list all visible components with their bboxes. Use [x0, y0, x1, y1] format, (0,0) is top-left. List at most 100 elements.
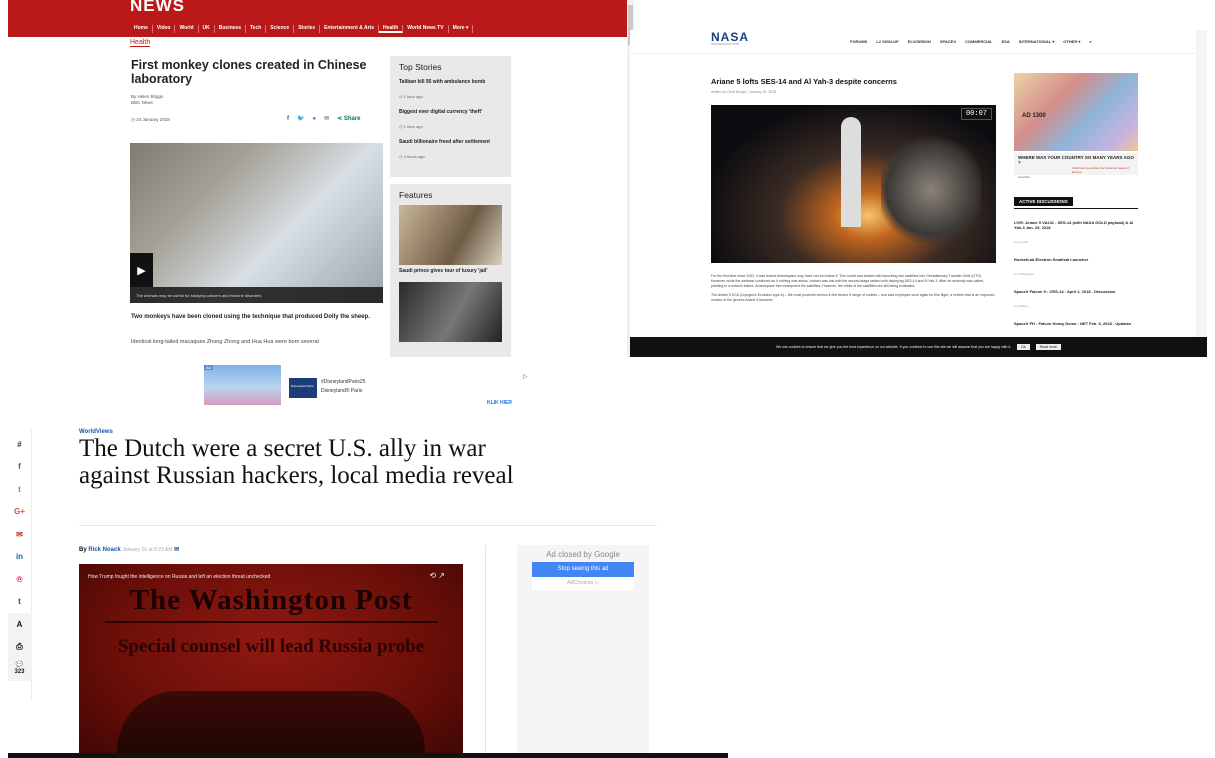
adchoices-button[interactable]: AdChoices ▷ — [532, 577, 634, 590]
google-plus-icon[interactable]: G+ — [8, 501, 32, 524]
map-ad-source: Libertiller — [1018, 175, 1031, 179]
site-menu: FORUMS L2 SIGN-UP ELV/SRBON SPACEX COMME… — [850, 39, 1092, 44]
discussion-title[interactable]: LIVE: Ariane 5 VA241 - SES-14 (with NASA… — [1014, 220, 1138, 230]
discussion-title[interactable]: SpaceX Falcon 9 : CRS-14 : April 2, 2018… — [1014, 289, 1138, 294]
ad-line-2[interactable]: Disneyland® Paris — [321, 388, 362, 394]
top-story-title[interactable]: Taliban kill 95 with ambulance bomb — [399, 79, 502, 85]
column-divider — [485, 545, 486, 758]
smoke-plume — [881, 135, 981, 245]
washington-post-window: Ad Disneyland Paris #DisneylandParis25 D… — [0, 357, 728, 758]
video-player[interactable]: How Trump fought the intelligence on Rus… — [79, 564, 463, 758]
nav-item-more[interactable]: More ▾ — [449, 25, 474, 33]
email-icon[interactable]: ✉ — [174, 547, 179, 553]
article-title: The Dutch were a secret U.S. ally in war… — [79, 435, 514, 489]
cookie-read-more-button[interactable]: Read more — [1035, 344, 1061, 350]
nav-item-uk[interactable]: UK — [199, 25, 215, 33]
nav-item-world[interactable]: World — [175, 25, 199, 33]
nav-item-home[interactable]: Home — [130, 25, 153, 33]
feature-image[interactable] — [399, 205, 502, 265]
linkedin-icon[interactable]: in — [8, 546, 32, 569]
feature-image[interactable] — [399, 282, 502, 342]
nav-item-stories[interactable]: Stories — [294, 25, 321, 33]
nav-item-business[interactable]: Business — [215, 25, 246, 33]
comments-button[interactable]: 💬 323 — [7, 658, 32, 681]
list-item[interactable]: SpaceX FH : Falcon Heavy Demo : NET Feb.… — [1014, 321, 1138, 326]
facebook-icon[interactable]: f — [287, 116, 289, 122]
share-button[interactable]: ⋖ Share — [337, 115, 360, 122]
hash-icon[interactable]: # — [8, 433, 32, 456]
twitter-icon[interactable]: t — [8, 478, 32, 501]
launch-video[interactable]: 00:07 — [711, 105, 996, 263]
hero-video[interactable]: ▶ The animals may be useful for studying… — [130, 143, 383, 303]
top-story-item[interactable]: Taliban kill 95 with ambulance bomb ◷ 1 h… — [399, 79, 502, 103]
list-item[interactable]: RocketLab Electron Smallsat Launcher by C… — [1014, 257, 1138, 280]
menu-item-forums[interactable]: FORUMS — [850, 39, 867, 44]
list-item[interactable]: SpaceX Falcon 9 : CRS-14 : April 2, 2018… — [1014, 289, 1138, 312]
email-icon[interactable]: ✉ — [8, 523, 32, 546]
map-ad-caption[interactable]: WHERE WAS YOUR COUNTRY SO MANY YEARS AGO… — [1014, 153, 1138, 179]
menu-item-elv[interactable]: ELV/SRBON — [908, 39, 931, 44]
facebook-icon[interactable]: f — [8, 456, 32, 479]
menu-item-l2[interactable]: L2 SIGN-UP — [876, 39, 898, 44]
video-title[interactable]: How Trump fought the intelligence on Rus… — [88, 574, 270, 580]
top-story-title[interactable]: Saudi billionaire freed after settlement — [399, 139, 502, 145]
ad-thumb[interactable]: Disneyland Paris — [289, 378, 317, 398]
top-story-item[interactable]: Biggest ever digital currency 'theft' ◷ 1… — [399, 109, 502, 133]
adchoices-icon[interactable]: ▷ — [523, 373, 528, 380]
nav-item-science[interactable]: Science — [266, 25, 295, 33]
share-label: Share — [343, 116, 361, 122]
ad-line-1[interactable]: #DisneylandParis25 — [321, 379, 365, 385]
nav-item-world-news-tv[interactable]: World News TV — [403, 25, 449, 33]
search-icon[interactable]: ⌕ — [1089, 39, 1091, 44]
menu-item-international[interactable]: INTERNATIONAL ▾ — [1019, 39, 1054, 44]
features-panel: Features Saudi prince gives tour of luxu… — [390, 184, 511, 357]
nasaspaceflight-window: NASA SPACEFLIGHT.COM FORUMS L2 SIGN-UP E… — [630, 30, 1207, 357]
feature-title[interactable]: Saudi prince gives tour of luxury 'jail' — [399, 268, 502, 274]
messenger-icon[interactable]: ● — [312, 116, 316, 122]
menu-item-esa[interactable]: ESA — [1002, 39, 1010, 44]
nav-item-video[interactable]: Video — [153, 25, 176, 33]
ad-closed-label: Ad closed by Google — [546, 550, 620, 559]
play-icon[interactable]: ▶ — [130, 253, 153, 287]
menu-item-spacex[interactable]: SPACEX — [940, 39, 956, 44]
divider — [1014, 208, 1138, 209]
bbc-news-logo[interactable]: NEWS — [130, 0, 185, 16]
discussion-title[interactable]: RocketLab Electron Smallsat Launcher — [1014, 257, 1138, 262]
map-ad-headline[interactable]: WHERE WAS YOUR COUNTRY SO MANY YEARS AGO… — [1018, 155, 1134, 165]
ad-cta-button[interactable]: KLIK HIER — [487, 400, 512, 406]
discussion-author: by ieranalf — [1014, 240, 1028, 244]
top-story-title[interactable]: Biggest ever digital currency 'theft' — [399, 109, 502, 115]
cookie-banner: We use cookies to ensure that we give yo… — [630, 337, 1207, 357]
scrollbar[interactable] — [1196, 30, 1207, 337]
article-meta: written by Chris Bergin | January 25, 20… — [711, 90, 777, 94]
nav-item-tech[interactable]: Tech — [246, 25, 267, 33]
print-icon[interactable]: ⎙ — [7, 635, 32, 658]
tumblr-icon[interactable]: t — [8, 591, 32, 614]
section-link-health[interactable]: Health — [130, 39, 151, 47]
discussion-title[interactable]: SpaceX FH : Falcon Heavy Demo : NET Feb.… — [1014, 321, 1138, 326]
list-item[interactable]: LIVE: Ariane 5 VA241 - SES-14 (with NASA… — [1014, 220, 1138, 248]
pinterest-icon[interactable]: ℗ — [8, 568, 32, 591]
map-ad-cta[interactable]: Click here to explore the historical map… — [1072, 166, 1138, 174]
top-stories-panel: Top Stories Taliban kill 95 with ambulan… — [390, 56, 511, 177]
email-icon[interactable]: ✉ — [324, 115, 329, 122]
menu-item-commercial[interactable]: COMMERCIAL — [965, 39, 993, 44]
font-size-icon[interactable]: A — [7, 613, 32, 636]
top-ad[interactable]: Ad Disneyland Paris #DisneylandParis25 D… — [204, 365, 528, 406]
nav-item-health[interactable]: Health — [378, 25, 404, 33]
author-link[interactable]: Rick Noack — [88, 547, 120, 553]
article-body: For the first time since 2002, it was fe… — [711, 274, 996, 307]
map-ad-image[interactable]: AD 1300 — [1014, 73, 1138, 151]
share-icon[interactable]: ⟲ ↗ — [429, 571, 445, 580]
capitol-building-image — [117, 691, 425, 758]
top-story-item[interactable]: Saudi billionaire freed after settlement… — [399, 139, 502, 163]
cookie-ok-button[interactable]: Ok — [1017, 344, 1030, 350]
nav-item-entertainment[interactable]: Entertainment & Arts — [320, 25, 379, 33]
byline: By Helen Briggs BBC News — [131, 94, 163, 106]
article-title: Ariane 5 lofts SES-14 and Al Yah-3 despi… — [711, 77, 897, 86]
menu-item-other[interactable]: OTHER ▾ — [1063, 39, 1080, 44]
comment-count: 323 — [14, 669, 25, 676]
stop-seeing-ad-button[interactable]: Stop seeing this ad — [532, 562, 634, 577]
twitter-icon[interactable]: 🐦 — [297, 115, 304, 122]
castle-image[interactable] — [204, 365, 281, 405]
